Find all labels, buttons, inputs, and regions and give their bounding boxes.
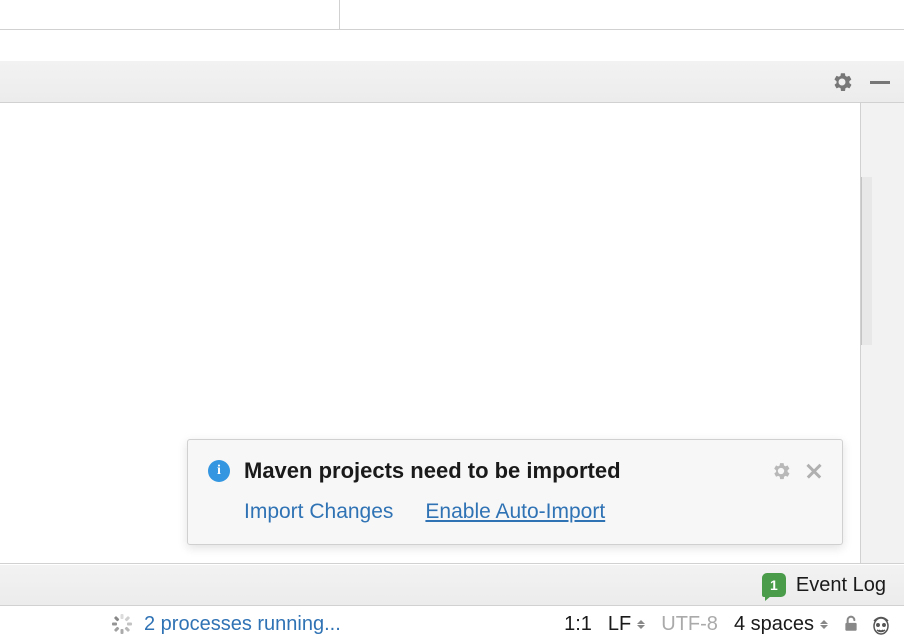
notification-title: Maven projects need to be imported	[244, 458, 758, 484]
right-gutter	[860, 103, 904, 563]
lock-icon[interactable]	[842, 615, 860, 633]
notification-actions: Import Changes Enable Auto-Import	[244, 500, 822, 524]
top-panel	[0, 0, 904, 30]
top-panel-section	[0, 0, 340, 29]
line-separator-selector[interactable]: LF	[608, 613, 645, 636]
event-badge-icon[interactable]: 1	[762, 573, 786, 597]
spinner-icon	[112, 614, 132, 634]
notification-gear-icon[interactable]	[772, 462, 790, 480]
bottom-status-bar: 1 Event Log	[0, 564, 904, 606]
cursor-position[interactable]: 1:1	[564, 613, 592, 636]
import-changes-link[interactable]: Import Changes	[244, 500, 393, 524]
encoding-selector[interactable]: UTF-8	[661, 613, 718, 636]
hector-icon[interactable]	[870, 612, 892, 636]
footer-status-bar: 2 processes running... 1:1 LF UTF-8 4 sp…	[0, 606, 904, 642]
notification-controls	[772, 462, 822, 480]
notification-popup: i Maven projects need to be imported Imp…	[187, 439, 843, 545]
enable-auto-import-link[interactable]: Enable Auto-Import	[425, 500, 605, 524]
info-icon: i	[208, 460, 230, 482]
processes-running-link[interactable]: 2 processes running...	[144, 613, 341, 636]
minimize-icon[interactable]	[870, 81, 890, 84]
gear-icon[interactable]	[832, 72, 852, 92]
close-icon[interactable]	[806, 463, 822, 479]
notification-header: i Maven projects need to be imported	[208, 458, 822, 484]
event-log-button[interactable]: Event Log	[796, 574, 886, 597]
tool-window-header	[0, 60, 904, 103]
indent-selector[interactable]: 4 spaces	[734, 613, 828, 636]
line-separator-label: LF	[608, 613, 631, 636]
main-editor-area: i Maven projects need to be imported Imp…	[0, 103, 904, 564]
indent-label: 4 spaces	[734, 613, 814, 636]
